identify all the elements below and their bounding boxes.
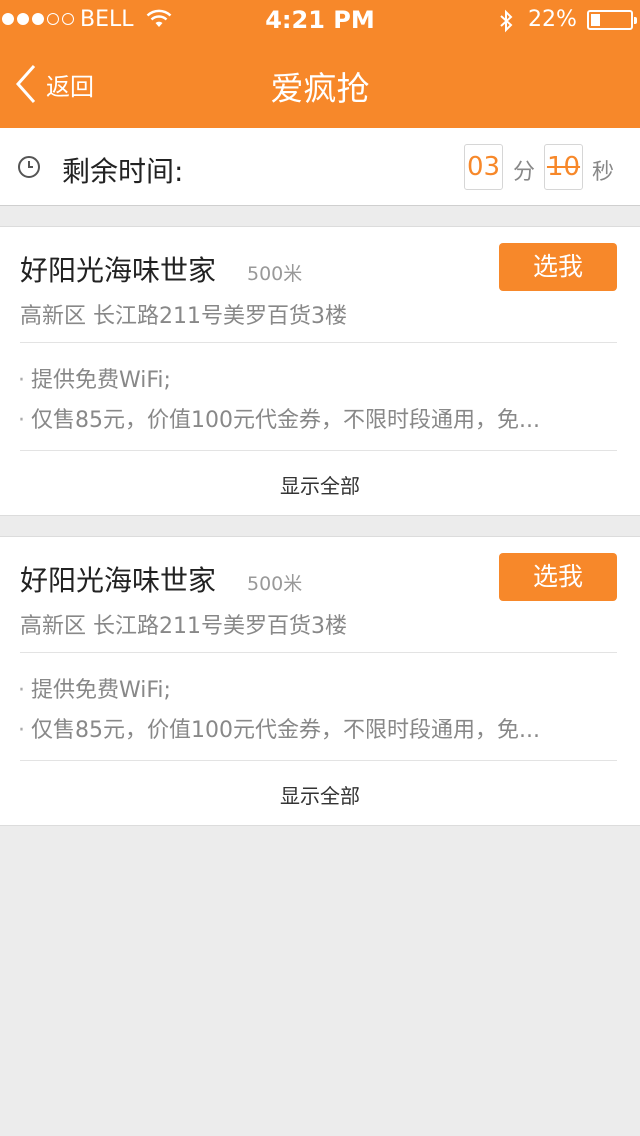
clock-icon xyxy=(17,155,41,183)
feature-item: · 仅售85元，价值100元代金券，不限时段通用，免... xyxy=(18,408,540,433)
header: BELL 4:21 PM 22% 返回 爱疯抢 xyxy=(0,0,640,128)
select-button[interactable]: 选我 xyxy=(499,553,617,601)
divider xyxy=(20,342,617,343)
divider xyxy=(20,760,617,761)
select-button[interactable]: 选我 xyxy=(499,243,617,291)
deal-card: 好阳光海味世家 500米 选我 高新区 长江路211号美罗百货3楼 · 提供免费W… xyxy=(0,536,640,826)
countdown-bar: 剩余时间: 03 分 10 秒 xyxy=(0,128,640,206)
battery-percentage: 22% xyxy=(528,7,577,32)
distance-label: 500米 xyxy=(247,573,303,595)
feature-item: · 提供免费WiFi; xyxy=(18,678,171,703)
bluetooth-icon xyxy=(498,9,514,39)
battery-icon xyxy=(587,10,637,30)
divider xyxy=(20,450,617,451)
show-all-link[interactable]: 显示全部 xyxy=(0,470,640,499)
distance-label: 500米 xyxy=(247,263,303,285)
shop-address: 高新区 长江路211号美罗百货3楼 xyxy=(20,614,347,639)
feature-item: · 提供免费WiFi; xyxy=(18,368,171,393)
remaining-time-label: 剩余时间: xyxy=(62,155,184,188)
minutes-unit: 分 xyxy=(513,160,536,185)
deal-card: 好阳光海味世家 500米 选我 高新区 长江路211号美罗百货3楼 · 提供免费W… xyxy=(0,226,640,516)
minutes-box: 03 xyxy=(464,144,503,190)
seconds-unit: 秒 xyxy=(592,160,615,185)
shop-address: 高新区 长江路211号美罗百货3楼 xyxy=(20,304,347,329)
shop-name: 好阳光海味世家 xyxy=(20,254,217,287)
divider xyxy=(20,652,617,653)
feature-item: · 仅售85元，价值100元代金券，不限时段通用，免... xyxy=(18,718,540,743)
page-title: 爱疯抢 xyxy=(270,69,370,108)
status-bar: BELL 4:21 PM 22% xyxy=(0,0,640,40)
show-all-link[interactable]: 显示全部 xyxy=(0,780,640,809)
seconds-box: 10 xyxy=(544,144,583,190)
shop-name: 好阳光海味世家 xyxy=(20,564,217,597)
